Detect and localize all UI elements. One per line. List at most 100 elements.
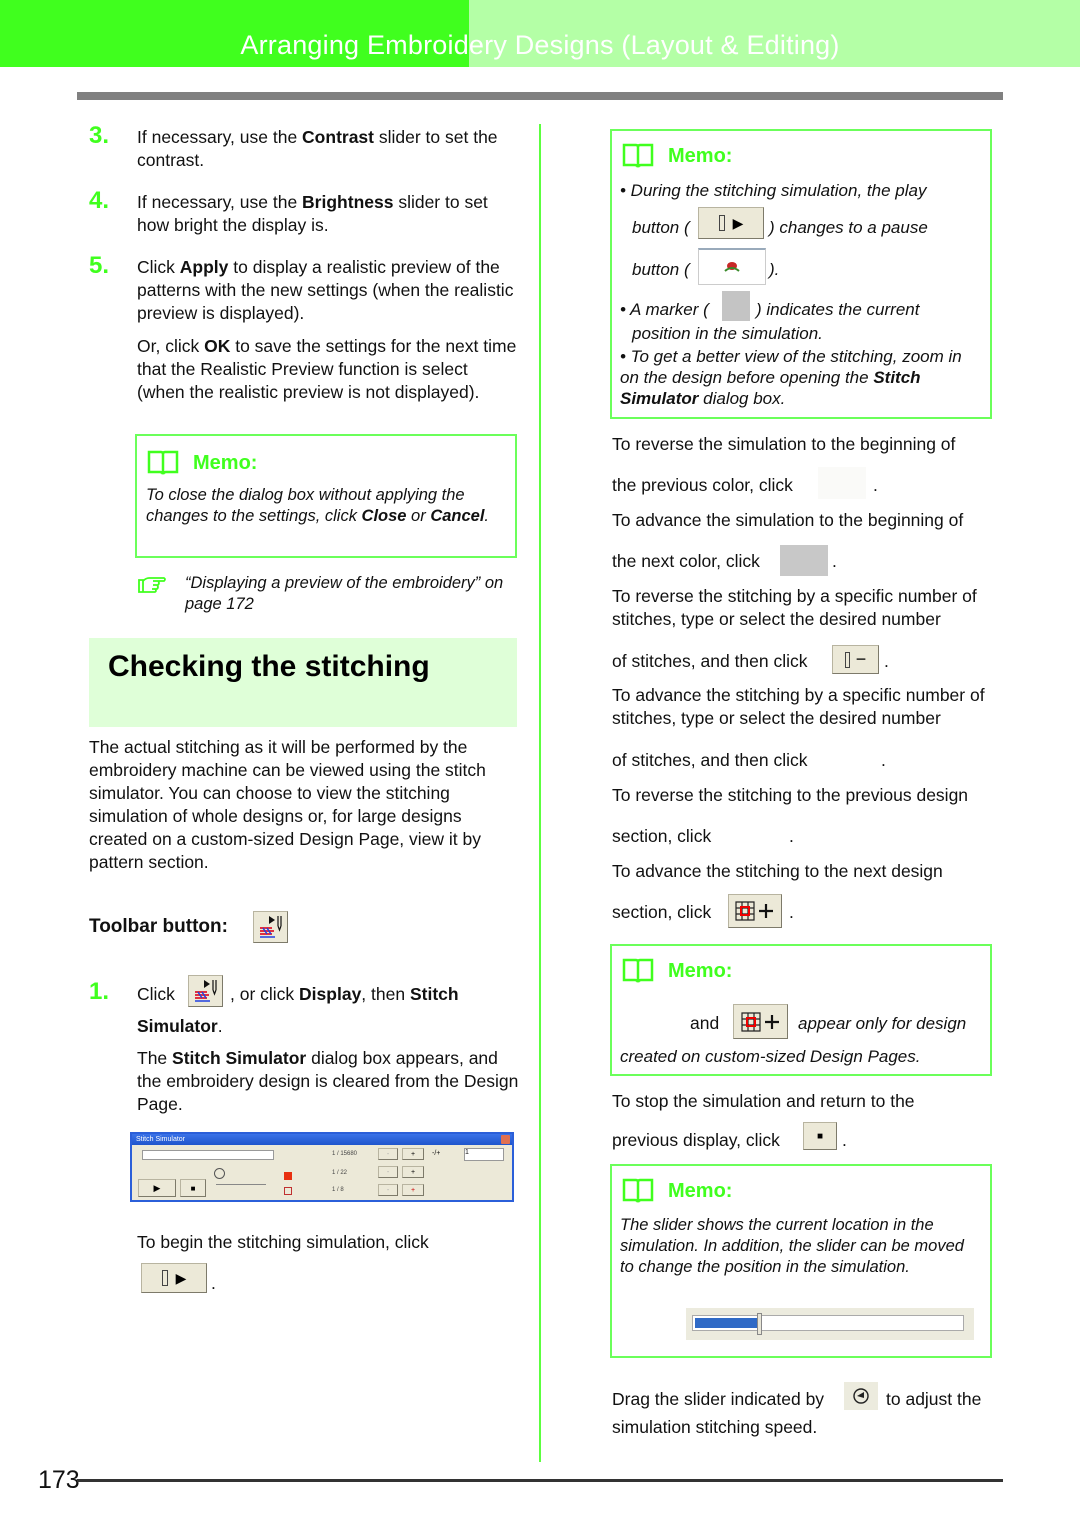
paragraph: of stitches, and then click — [612, 750, 808, 770]
paragraph: the next color, click — [612, 551, 760, 571]
paragraph: section, click — [612, 826, 712, 846]
memo-text: The slider shows the current location in… — [620, 1216, 964, 1276]
reverse-stitches-button[interactable]: − — [832, 645, 879, 674]
period: . — [789, 902, 794, 922]
memo-bullet: • To get a better view of the stitching,… — [620, 347, 962, 408]
paragraph: To reverse the stitching by a specific n… — [612, 586, 977, 629]
play-button[interactable]: ▶ — [138, 1179, 176, 1197]
step-4-text: If necessary, use the Brightness slider … — [137, 192, 488, 235]
progress-slider[interactable] — [142, 1150, 274, 1160]
step-label: -/+ — [432, 1150, 441, 1157]
position-slider[interactable] — [686, 1308, 974, 1340]
section-counter: 1 / 8 — [332, 1187, 344, 1193]
paragraph: simulation stitching speed. — [612, 1417, 818, 1437]
stitch-simulator-dialog: Stitch Simulator ▶ ■ 1 / 15680 1 / 22 1 … — [130, 1132, 514, 1202]
memo-bullet: • During the stitching simulation, the p… — [620, 181, 927, 200]
memo-box: Memo: To close the dialog box without ap… — [135, 434, 517, 558]
paragraph: section, click — [612, 902, 712, 922]
memo-text: ) indicates the current — [756, 300, 920, 319]
grid-plus-icon — [740, 1011, 779, 1032]
section-back-button[interactable]: - — [378, 1184, 398, 1196]
paragraph: of stitches, and then click — [612, 651, 808, 671]
play-button[interactable]: ▶ — [141, 1263, 207, 1293]
stitch-simulator-icon — [194, 980, 217, 1002]
step-1-text: , or click Display, then Stitch — [230, 984, 459, 1004]
grid-plus-icon — [735, 901, 773, 921]
period: . — [832, 551, 837, 571]
cross-reference-link[interactable]: “Displaying a preview of the embroidery”… — [185, 573, 515, 615]
section-heading: Checking the stitching — [108, 650, 430, 683]
color-back-button[interactable]: - — [378, 1166, 398, 1178]
play-button-image: ▶ — [698, 207, 764, 239]
paragraph: To advance the stitching by a specific n… — [612, 685, 985, 728]
step-number: 5. — [89, 252, 110, 279]
color-forward-button[interactable]: + — [402, 1166, 424, 1178]
color-counter: 1 / 22 — [332, 1170, 348, 1176]
next-section-button[interactable] — [728, 894, 782, 928]
toolbar-button-label: Toolbar button: — [89, 916, 228, 937]
color-icon — [284, 1172, 292, 1180]
memo-text: position in the simulation. — [632, 324, 823, 343]
book-icon — [622, 958, 654, 984]
step-1-text-cont: Simulator. — [137, 1016, 223, 1036]
previous-color-button[interactable] — [818, 467, 866, 499]
book-icon — [622, 1178, 654, 1204]
step-1-click-word: Click — [137, 984, 175, 1004]
slider-thumb[interactable] — [757, 1313, 762, 1335]
stitch-simulator-toolbar-button[interactable] — [253, 911, 288, 943]
paragraph: To stop the simulation and return to the — [612, 1091, 915, 1111]
speed-icon — [214, 1168, 225, 1179]
period: . — [789, 826, 794, 846]
next-section-button-image — [733, 1004, 788, 1039]
period: . — [881, 750, 886, 770]
memo-box: Memo: • During the stitching simulation,… — [610, 129, 992, 419]
memo-box: Memo: and appear only for design created… — [610, 944, 992, 1076]
embroidery-design-icon — [724, 262, 740, 272]
paragraph: To reverse the stitching to the previous… — [612, 785, 969, 805]
section-icon — [284, 1187, 292, 1195]
stitch-forward-button[interactable]: + — [402, 1148, 424, 1160]
memo-text: created on custom-sized Design Pages. — [620, 1047, 921, 1066]
speed-dial-icon — [853, 1388, 869, 1404]
close-icon[interactable] — [501, 1135, 510, 1144]
memo-text: and — [690, 1013, 720, 1033]
page-number: 173 — [38, 1466, 80, 1494]
period: . — [211, 1273, 216, 1293]
stitch-simulator-toolbar-button[interactable] — [188, 975, 223, 1007]
stop-button[interactable]: ■ — [803, 1122, 837, 1150]
stitch-back-button[interactable]: - — [378, 1148, 398, 1160]
intro-paragraph: The actual stitching as it will be perfo… — [89, 737, 486, 872]
stitch-simulator-icon — [259, 916, 282, 938]
speed-slider[interactable] — [216, 1184, 266, 1185]
memo-heading: Memo: — [147, 450, 257, 476]
chapter-title: Arranging Embroidery Designs (Layout & E… — [240, 30, 840, 60]
play-icon: ▶ — [175, 1269, 187, 1286]
needle-icon — [161, 1270, 168, 1286]
step-3-text: If necessary, use the Contrast slider to… — [137, 127, 498, 170]
stop-button[interactable]: ■ — [180, 1179, 206, 1197]
memo-text: ) changes to a pause — [769, 218, 928, 237]
stop-icon: ■ — [816, 1130, 824, 1142]
paragraph: previous display, click — [612, 1130, 780, 1150]
section-forward-button[interactable]: + — [402, 1184, 424, 1196]
paragraph: To advance the stitching to the next des… — [612, 861, 943, 881]
book-icon — [147, 450, 179, 476]
footer-rule — [77, 1479, 1003, 1482]
book-icon — [622, 143, 654, 169]
step-number: 1. — [89, 978, 110, 1005]
begin-text: To begin the stitching simulation, click — [137, 1232, 429, 1252]
slider-track — [692, 1315, 964, 1331]
paragraph: Drag the slider indicated by — [612, 1389, 825, 1409]
slider-fill — [695, 1318, 758, 1328]
speed-slider-image — [844, 1382, 878, 1410]
paragraph: To advance the simulation to the beginni… — [612, 510, 964, 530]
period: . — [842, 1130, 847, 1150]
paragraph: the previous color, click — [612, 475, 793, 495]
memo-box: Memo: The slider shows the current locat… — [610, 1164, 992, 1358]
paragraph: to adjust the — [886, 1389, 982, 1409]
step-5-text: Click Apply to display a realistic previ… — [137, 257, 514, 323]
step-input[interactable]: 1 — [464, 1148, 504, 1161]
next-color-button[interactable] — [780, 545, 828, 576]
display-menu-ref: Display — [299, 984, 362, 1004]
memo-text: button ( — [632, 218, 690, 237]
